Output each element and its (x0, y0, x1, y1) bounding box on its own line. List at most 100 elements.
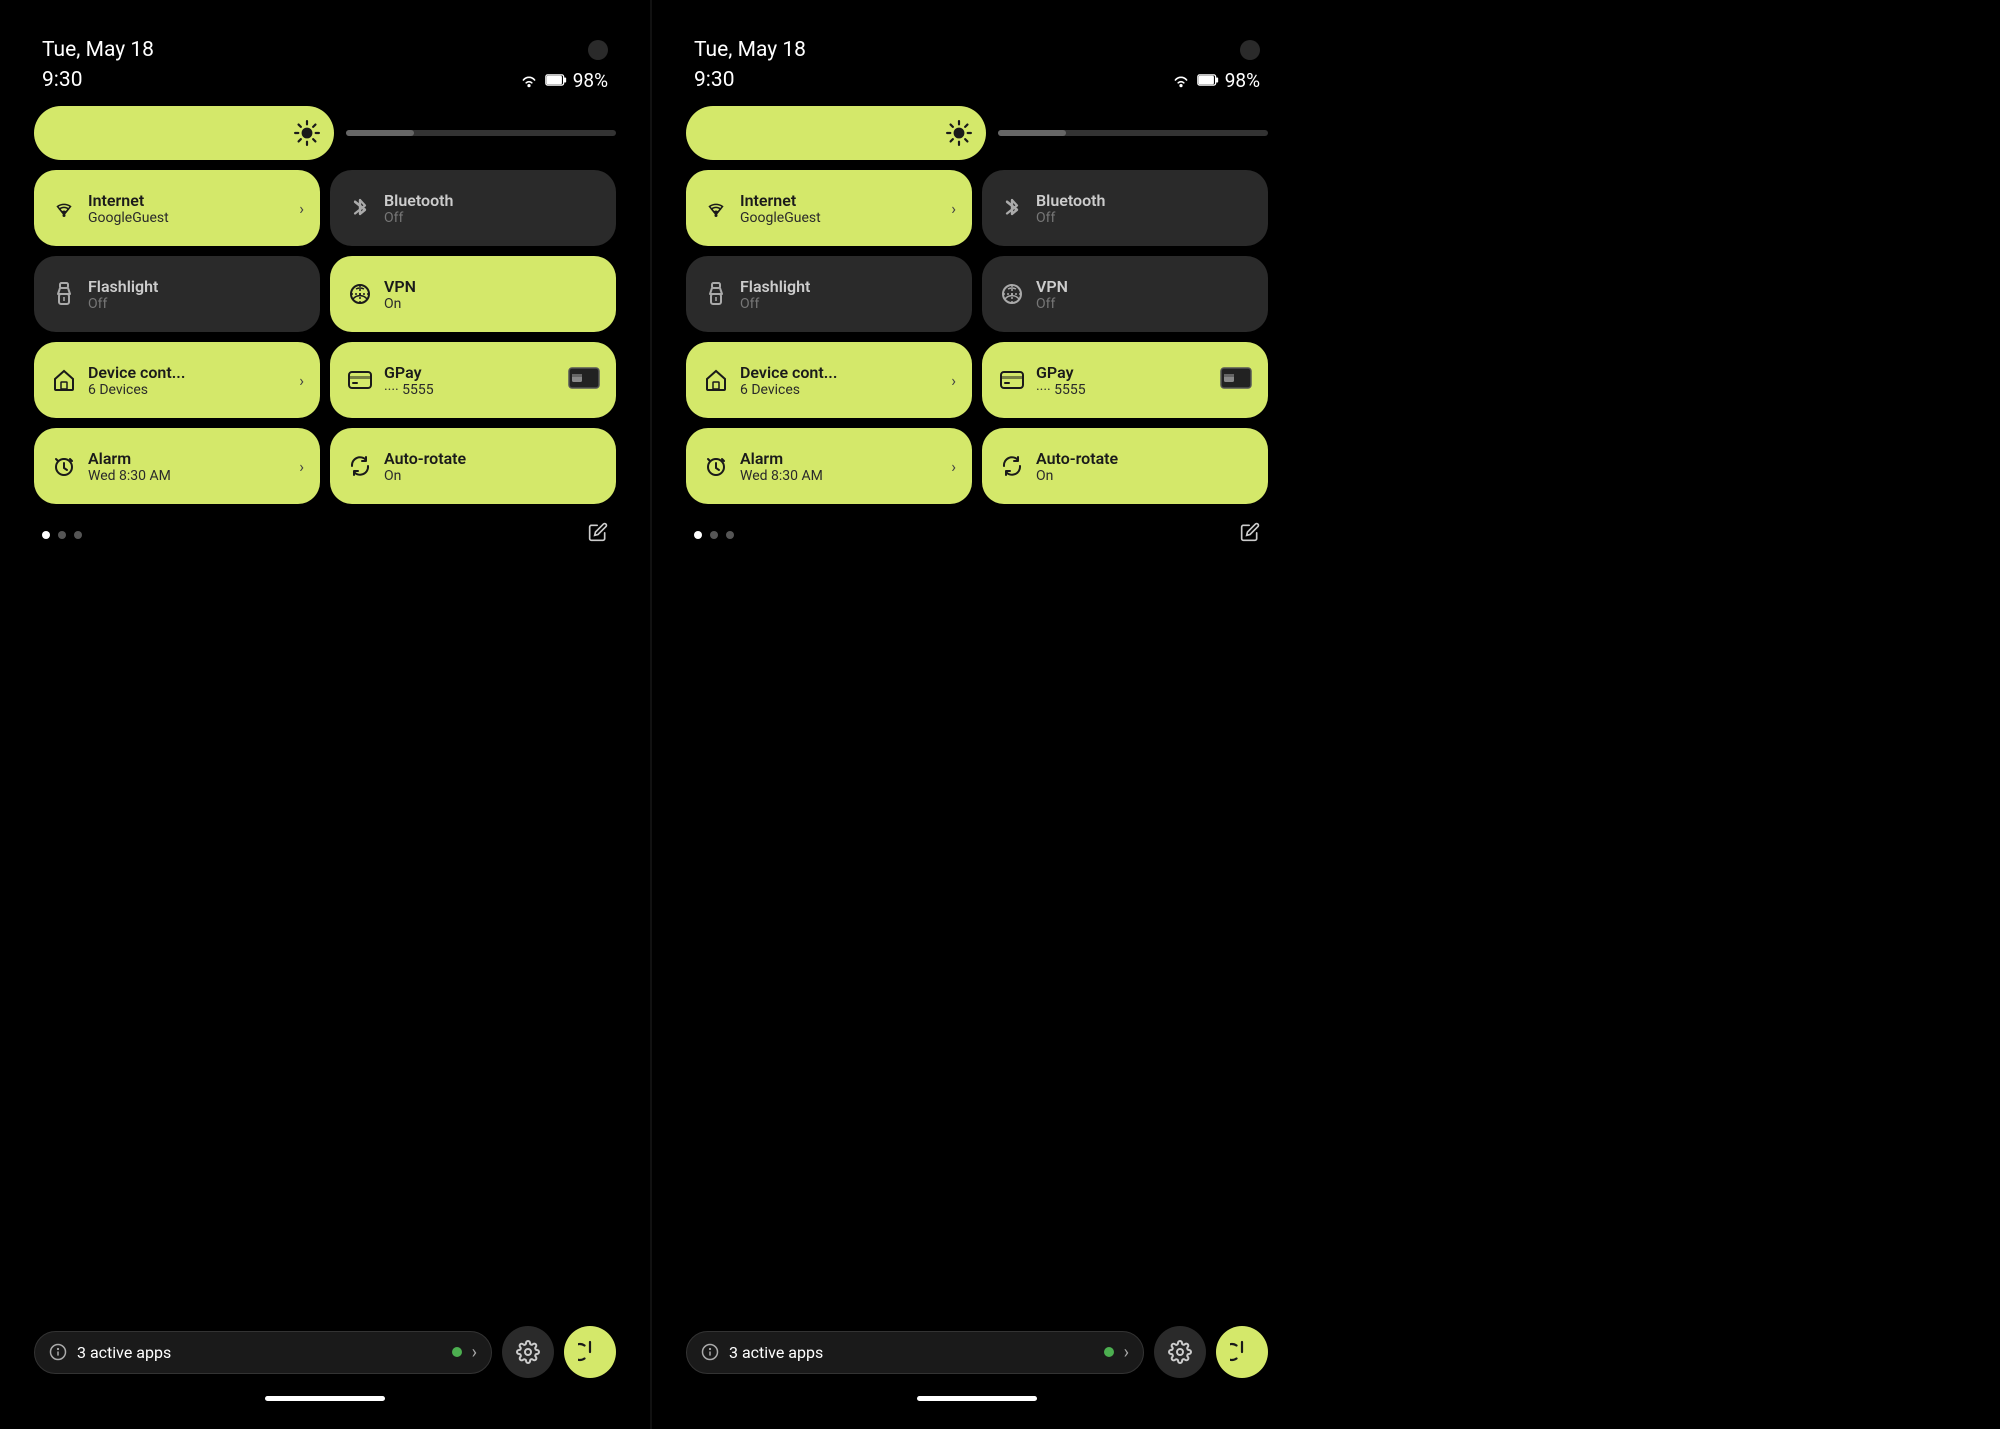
tile-bluetooth[interactable]: BluetoothOff (982, 170, 1268, 246)
active-indicator-dot (1104, 1347, 1114, 1357)
tile-title: Device cont... (88, 363, 289, 382)
tile-title: Flashlight (88, 277, 304, 296)
brightness-bar[interactable] (686, 106, 986, 160)
tile-title: Bluetooth (1036, 191, 1252, 210)
pagination-dot-0 (694, 531, 702, 539)
tile-subtitle: Off (1036, 296, 1252, 312)
tile-title: Auto-rotate (1036, 449, 1252, 468)
tile-flashlight[interactable]: FlashlightOff (686, 256, 972, 332)
battery-icon (545, 73, 567, 87)
tile-device[interactable]: Device cont...6 Devices› (686, 342, 972, 418)
tile-vpn[interactable]: VPNOn (330, 256, 616, 332)
tile-title: VPN (1036, 277, 1252, 296)
flashlight-icon (50, 281, 78, 307)
tile-subtitle: Wed 8:30 AM (88, 468, 289, 484)
battery-icon (1197, 73, 1219, 87)
active-apps-pill[interactable]: 3 active apps › (686, 1331, 1144, 1374)
brightness-icon (946, 120, 972, 146)
pagination-dot-2 (726, 531, 734, 539)
rotate-icon (346, 454, 374, 478)
settings-button[interactable] (502, 1326, 554, 1378)
tile-autorotate[interactable]: Auto-rotateOn (982, 428, 1268, 504)
tile-internet[interactable]: InternetGoogleGuest › (686, 170, 972, 246)
tile-bluetooth[interactable]: BluetoothOff (330, 170, 616, 246)
wifi-icon (50, 198, 78, 218)
tile-title: Device cont... (740, 363, 941, 382)
tile-title: GPay (384, 363, 554, 382)
phone-panel-left: Tue, May 189:30 98% InternetGoogleGuest› (0, 0, 650, 1429)
tile-title: Alarm (740, 449, 941, 468)
alarm-icon (702, 454, 730, 478)
tile-subtitle: On (1036, 468, 1252, 484)
camera-dot (1240, 40, 1260, 60)
gpay-card-chip-icon (1220, 367, 1252, 393)
tile-flashlight[interactable]: FlashlightOff (34, 256, 320, 332)
tile-chevron-icon: › (299, 457, 304, 476)
tile-autorotate[interactable]: Auto-rotateOn (330, 428, 616, 504)
rotate-icon (998, 454, 1026, 478)
tile-title: Bluetooth (384, 191, 600, 210)
tile-gpay[interactable]: GPay···· 5555 (330, 342, 616, 418)
active-apps-pill[interactable]: 3 active apps › (34, 1331, 492, 1374)
status-time: 9:30 (42, 68, 83, 92)
info-icon (49, 1343, 67, 1361)
brightness-bar[interactable] (34, 106, 334, 160)
vpn-icon (998, 282, 1026, 306)
active-apps-chevron: › (1124, 1342, 1129, 1363)
active-apps-text: 3 active apps (729, 1343, 1094, 1362)
tile-title: Internet (88, 191, 289, 210)
tile-chevron-icon: › (299, 371, 304, 390)
wifi-icon (702, 198, 730, 218)
pagination-dot-2 (74, 531, 82, 539)
pagination-dot-1 (58, 531, 66, 539)
active-apps-chevron: › (472, 1342, 477, 1363)
power-button[interactable] (564, 1326, 616, 1378)
tile-subtitle: ···· 5555 (384, 382, 554, 398)
phone-panel-right: Tue, May 189:30 98% InternetGoogleGuest› (652, 0, 1302, 1429)
tile-subtitle: Wed 8:30 AM (740, 468, 941, 484)
tile-title: Flashlight (740, 277, 956, 296)
edit-tiles-button[interactable] (588, 522, 608, 547)
tile-subtitle: 6 Devices (88, 382, 289, 398)
power-button[interactable] (1216, 1326, 1268, 1378)
tile-gpay[interactable]: GPay···· 5555 (982, 342, 1268, 418)
alarm-icon (50, 454, 78, 478)
info-icon (701, 1343, 719, 1361)
camera-dot (588, 40, 608, 60)
tile-device[interactable]: Device cont...6 Devices › (34, 342, 320, 418)
tile-title: GPay (1036, 363, 1206, 382)
vpn-icon (346, 282, 374, 306)
home-indicator (265, 1396, 385, 1401)
settings-button[interactable] (1154, 1326, 1206, 1378)
tile-chevron-icon: › (951, 199, 956, 218)
tile-subtitle: 6 Devices (740, 382, 941, 398)
flashlight-icon (702, 281, 730, 307)
tile-title: VPN (384, 277, 600, 296)
tile-title: Internet (740, 191, 941, 210)
edit-tiles-button[interactable] (1240, 522, 1260, 547)
tile-alarm[interactable]: AlarmWed 8:30 AM › (34, 428, 320, 504)
tile-subtitle: On (384, 468, 600, 484)
tile-subtitle: On (384, 296, 600, 312)
tile-internet[interactable]: InternetGoogleGuest› (34, 170, 320, 246)
tile-alarm[interactable]: AlarmWed 8:30 AM› (686, 428, 972, 504)
tile-subtitle: Off (384, 210, 600, 226)
active-apps-text: 3 active apps (77, 1343, 442, 1362)
active-indicator-dot (452, 1347, 462, 1357)
tile-vpn[interactable]: VPNOff (982, 256, 1268, 332)
home-icon (50, 368, 78, 392)
tile-subtitle: GoogleGuest (88, 210, 289, 226)
wifi-status-icon (519, 72, 539, 88)
tile-subtitle: ···· 5555 (1036, 382, 1206, 398)
gpay-card-chip-icon (568, 367, 600, 393)
tile-title: Alarm (88, 449, 289, 468)
brightness-icon (294, 120, 320, 146)
tile-subtitle: Off (88, 296, 304, 312)
pagination-dot-1 (710, 531, 718, 539)
tile-subtitle: Off (740, 296, 956, 312)
bluetooth-icon (998, 195, 1026, 221)
home-icon (702, 368, 730, 392)
status-time: 9:30 (694, 68, 735, 92)
status-date: Tue, May 18 (42, 38, 154, 62)
tile-subtitle: GoogleGuest (740, 210, 941, 226)
